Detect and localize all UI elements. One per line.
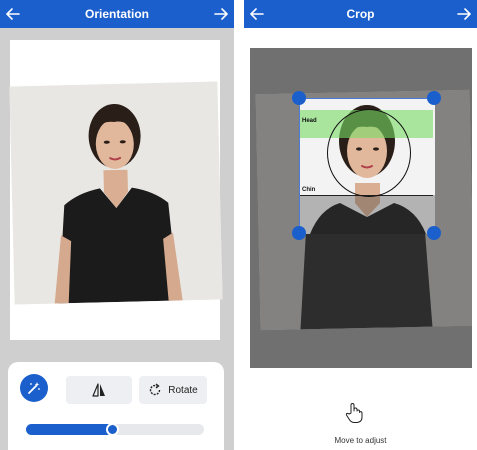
slider-thumb[interactable] [106,423,119,436]
flip-button[interactable] [66,376,132,404]
crop-stage: Head Chin [250,48,472,368]
crop-frame[interactable]: Head Chin [292,91,441,240]
screen-divider [234,0,244,450]
rotate-label: Rotate [168,384,198,396]
crop-handle-bottom-right[interactable] [427,226,441,240]
auto-adjust-button[interactable] [20,374,48,402]
portrait-photo[interactable] [9,81,223,305]
magic-wand-icon [28,382,40,394]
tool-panel: Rotate [8,362,224,450]
crop-handle-top-left[interactable] [292,91,306,105]
chin-label: Chin [302,187,316,193]
crop-handle-top-right[interactable] [427,91,441,105]
orientation-screen: Orientation Rotate [0,0,234,450]
face-guide-oval [327,109,411,197]
orientation-top-bar: Orientation [0,0,234,28]
rotate-icon [150,383,161,396]
crop-screen: Crop Head Chin Move to adjust [244,0,477,450]
arrow-left-icon[interactable] [4,4,22,24]
rotate-button[interactable]: Rotate [139,376,207,404]
hand-pointer-icon [345,403,363,423]
portrait-image [9,81,223,305]
adjust-hint: Move to adjust [334,436,387,445]
flip-horizontal-icon [92,383,105,397]
arrow-right-icon[interactable] [455,4,473,24]
crop-top-bar: Crop [244,0,477,28]
crop-handle-bottom-left[interactable] [292,226,306,240]
rotation-slider[interactable] [26,423,204,436]
head-label: Head [302,118,317,124]
slider-fill [26,424,113,435]
arrow-left-icon[interactable] [248,4,266,24]
page-title: Crop [346,7,375,21]
arrow-right-icon[interactable] [212,4,230,24]
page-title: Orientation [84,7,149,21]
